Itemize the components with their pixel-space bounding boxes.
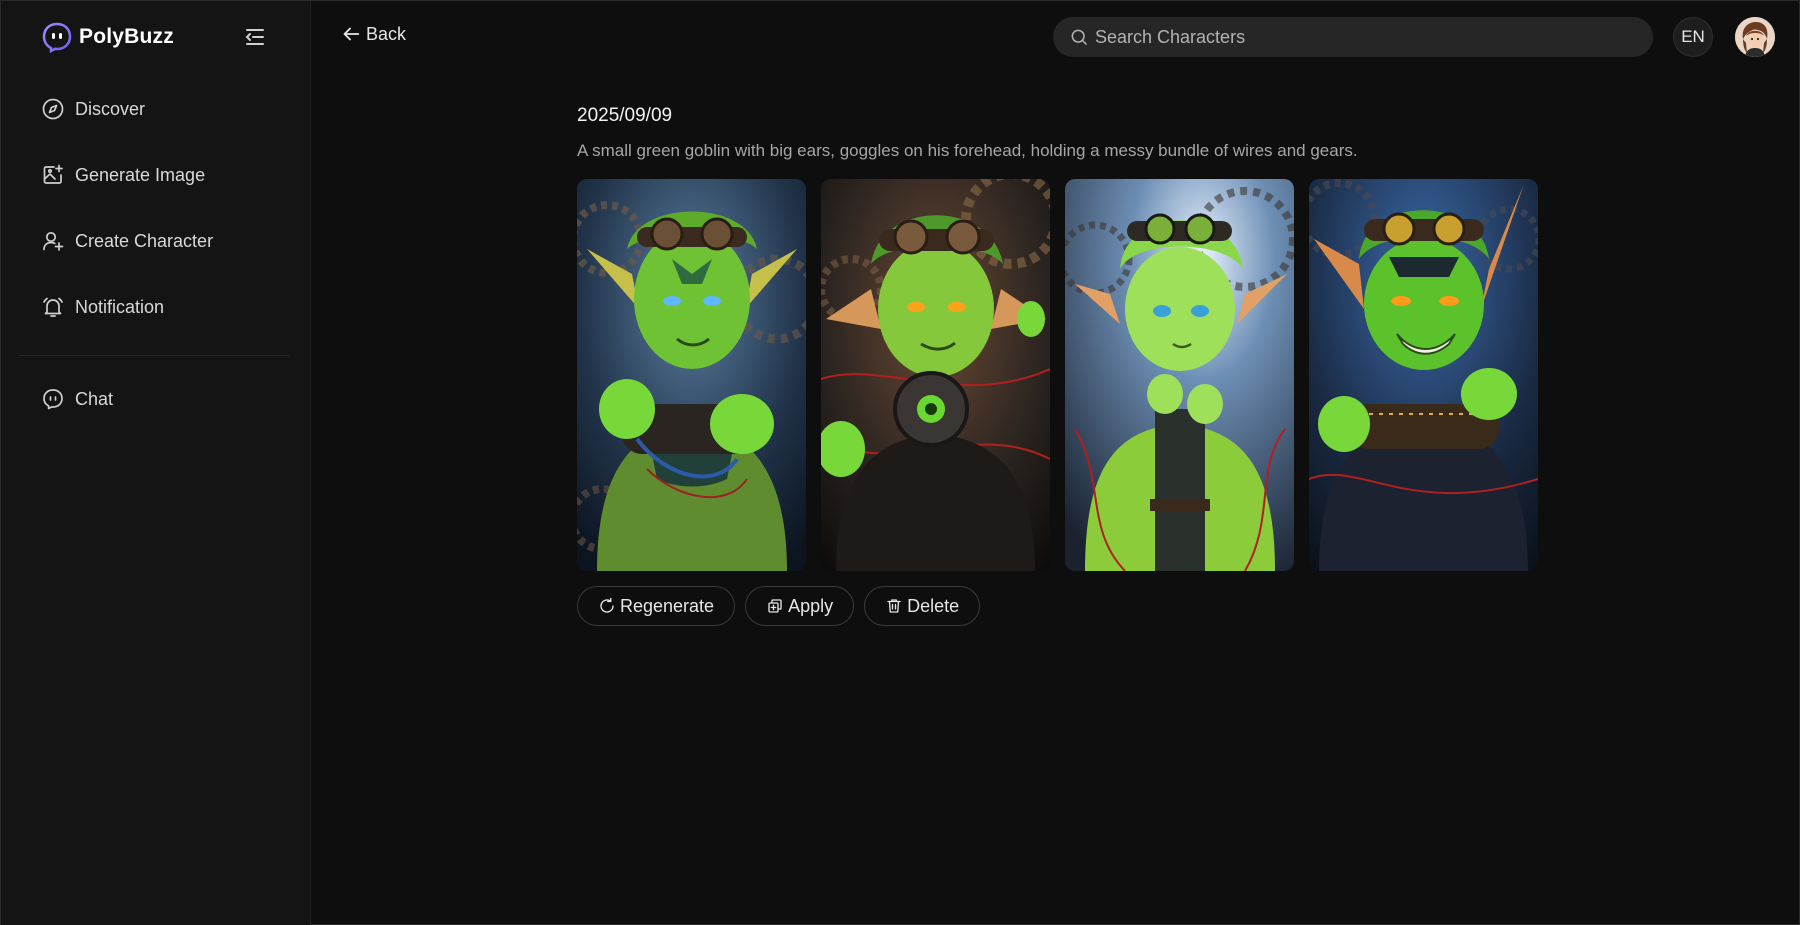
generation-prompt: A small green goblin with big ears, gogg… (577, 141, 1358, 160)
goblin-illustration (577, 179, 806, 571)
app-window: PolyBuzz Discover Generate Image Create … (0, 0, 1800, 925)
brand-name: PolyBuzz (79, 25, 174, 48)
sidebar-item-discover[interactable]: Discover (19, 87, 289, 131)
brand[interactable]: PolyBuzz (41, 21, 174, 53)
sidebar-item-label: Notification (75, 296, 165, 317)
goblin-image-3[interactable] (1065, 179, 1294, 571)
sidebar-item-chat[interactable]: Chat (19, 377, 289, 421)
apply-button[interactable]: Apply (745, 586, 855, 626)
regenerate-label: Regenerate (620, 595, 715, 616)
avatar[interactable] (1735, 17, 1775, 57)
sidebar-item-create-character[interactable]: Create Character (19, 219, 289, 263)
search-bar[interactable] (1053, 17, 1653, 57)
delete-label: Delete (907, 595, 960, 616)
generation-date: 2025/09/09 (577, 105, 673, 126)
goblin-image-4[interactable] (1309, 179, 1538, 571)
regenerate-button[interactable]: Regenerate (577, 586, 736, 626)
goblin-image-1[interactable] (577, 179, 806, 571)
action-buttons: Regenerate Apply Delete (577, 586, 990, 626)
back-button[interactable]: Back (340, 23, 406, 45)
goblin-illustration (1065, 179, 1294, 571)
bell-icon (43, 297, 63, 317)
collapse-sidebar-icon[interactable] (243, 25, 267, 49)
sidebar-nav: Discover Generate Image Create Character… (19, 87, 289, 351)
apply-label: Apply (788, 595, 834, 616)
sidebar-item-label: Discover (75, 98, 146, 119)
sidebar-item-generate-image[interactable]: Generate Image (19, 153, 289, 197)
compass-icon (42, 98, 64, 120)
polybuzz-logo-icon (42, 22, 72, 53)
copy-plus-icon (768, 599, 782, 613)
refresh-icon (600, 597, 614, 613)
image-plus-icon (43, 164, 63, 184)
search-input[interactable] (1095, 17, 1653, 57)
sidebar-item-label: Create Character (75, 230, 214, 251)
trash-icon (887, 599, 901, 613)
sidebar-chat-section: Chat (19, 377, 289, 443)
delete-button[interactable]: Delete (864, 586, 981, 626)
sidebar-item-notification[interactable]: Notification (19, 285, 289, 329)
user-plus-icon (43, 231, 64, 251)
sidebar-item-label: Chat (75, 388, 114, 409)
goblin-illustration (1309, 179, 1538, 571)
back-label: Back (366, 23, 407, 44)
generated-image-gallery (577, 179, 1553, 571)
chat-bubble-icon (43, 389, 63, 410)
goblin-illustration (821, 179, 1050, 571)
search-icon (1071, 29, 1087, 45)
sidebar: PolyBuzz Discover Generate Image Create … (1, 1, 311, 925)
goblin-image-2[interactable] (821, 179, 1050, 571)
sidebar-item-label: Generate Image (75, 164, 206, 185)
sidebar-divider (19, 355, 289, 356)
user-avatar-icon (1735, 17, 1775, 57)
arrow-left-icon (343, 27, 360, 41)
language-button[interactable]: EN (1673, 17, 1713, 57)
